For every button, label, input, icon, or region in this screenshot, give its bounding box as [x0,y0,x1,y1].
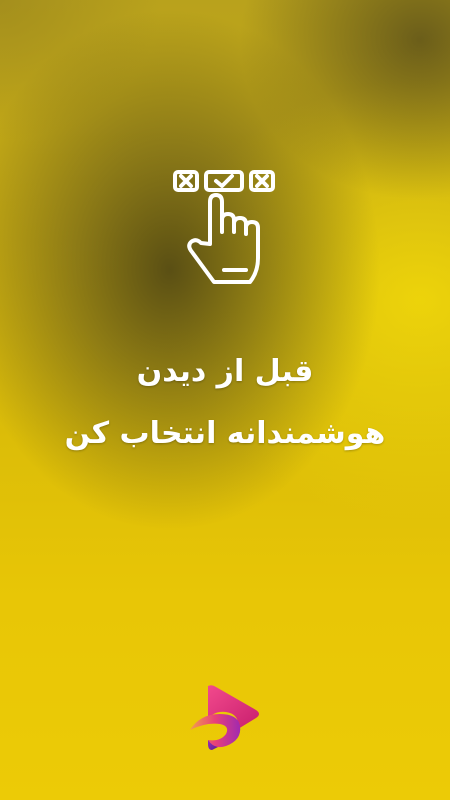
headline-line-2: هوشمندانه انتخاب کن [64,416,386,451]
splash-screen: قبل از دیدن هوشمندانه انتخاب کن [0,0,450,800]
hand-selecting-checkbox-icon [173,170,275,284]
blurred-background [0,0,450,800]
brand-play-logo-icon [190,685,259,750]
headline-line-1: قبل از دیدن [136,354,314,389]
